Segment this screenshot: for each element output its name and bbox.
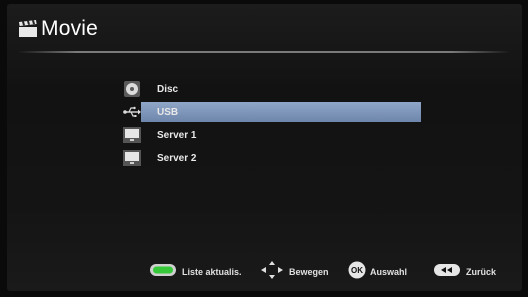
select-label: Auswahl	[370, 267, 408, 277]
green-button-icon	[150, 263, 176, 281]
source-item-label: USB	[157, 106, 179, 118]
source-item-label: Server 1	[157, 129, 197, 141]
usb-icon	[123, 103, 141, 121]
server-icon	[123, 126, 141, 144]
page-header: Movie	[18, 14, 98, 44]
svg-text:OK: OK	[351, 266, 363, 275]
disc-icon	[123, 80, 141, 98]
back-hint[interactable]: Zurück	[434, 263, 496, 281]
refresh-hint[interactable]: Liste aktualis.	[150, 263, 242, 281]
header-divider	[18, 51, 510, 53]
source-item-server-2[interactable]: Server 2	[123, 147, 423, 169]
selection-highlight	[141, 102, 421, 122]
move-label: Bewegen	[289, 267, 329, 277]
source-item-label: Server 2	[157, 152, 197, 164]
ok-button-icon: OK	[348, 261, 366, 284]
refresh-label: Liste aktualis.	[182, 267, 242, 277]
source-item-disc[interactable]: Disc	[123, 78, 423, 100]
server-icon	[123, 149, 141, 167]
source-item-usb[interactable]: USB	[123, 101, 423, 123]
select-hint[interactable]: OK Auswahl	[348, 261, 408, 284]
page-title: Movie	[41, 17, 99, 40]
source-item-server-1[interactable]: Server 1	[123, 124, 423, 146]
clapperboard-icon	[18, 20, 38, 38]
source-item-label: Disc	[157, 83, 179, 95]
back-label: Zurück	[466, 267, 497, 277]
source-list: Disc USB Server 1 Server 2	[123, 78, 423, 170]
rewind-button-icon	[434, 263, 460, 281]
key-help-bar: Liste aktualis. Bewegen OK Auswahl Zurüc…	[0, 260, 528, 284]
move-hint: Bewegen	[261, 260, 329, 284]
directional-pad-icon	[261, 260, 283, 284]
